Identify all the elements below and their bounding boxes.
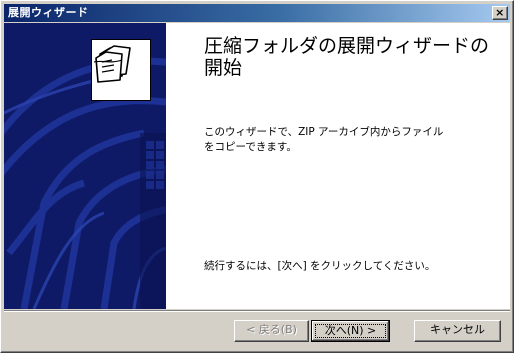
back-button[interactable]: < 戻る(B) — [234, 320, 309, 342]
folder-icon — [91, 39, 151, 101]
wizard-content: 圧縮フォルダの展開ウィザードの開始 このウィザードで、ZIP アーカイブ内からフ… — [4, 23, 510, 309]
next-button-label: 次へ(N) > — [315, 324, 386, 338]
cancel-button[interactable]: キャンセル — [414, 320, 501, 342]
window-title: 展開ウィザード — [8, 6, 89, 19]
title-bar[interactable]: 展開ウィザード × — [4, 4, 510, 22]
wizard-instruction: 続行するには、[次へ] をクリックしてください。 — [204, 260, 436, 272]
wizard-heading: 圧縮フォルダの展開ウィザードの開始 — [204, 35, 490, 79]
side-banner — [4, 23, 166, 309]
next-button[interactable]: 次へ(N) > — [311, 320, 390, 342]
button-separator — [4, 310, 510, 312]
close-icon: × — [495, 6, 505, 19]
close-button[interactable]: × — [492, 6, 508, 20]
wizard-description: このウィザードで、ZIP アーカイブ内からファイルをコピーできます。 — [204, 126, 444, 153]
folder-glyph — [93, 45, 131, 83]
wizard-window: 展開ウィザード × 圧縮フォルダの展開ウィザードの開始 このウィザードで、ZIP… — [0, 0, 514, 353]
